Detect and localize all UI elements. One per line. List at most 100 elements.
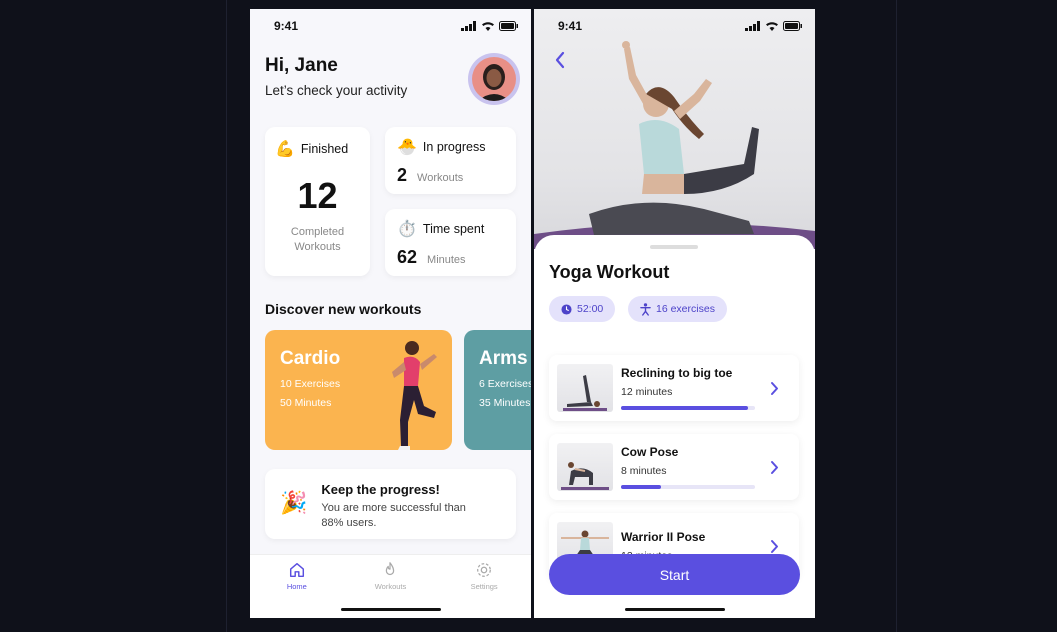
exercise-duration: 8 minutes (621, 465, 667, 477)
avatar-person-icon (478, 64, 510, 101)
exercise-info: Cow Pose 8 minutes (621, 445, 761, 489)
exercise-count-value: 16 exercises (656, 303, 715, 315)
finished-card-title: 💪 Finished (275, 139, 360, 159)
workout-card-cardio[interactable]: Cardio 10 Exercises 50 Minutes (265, 330, 452, 450)
keep-progress-line2: 88% users. (321, 517, 377, 529)
time-spent-value-row: 62 Minutes (397, 247, 504, 268)
chevron-right-icon (771, 381, 778, 395)
keep-progress-title: Keep the progress! (321, 482, 440, 497)
guide-line-left (226, 0, 227, 632)
greeting-title: Hi, Jane (265, 55, 338, 76)
clock-icon (561, 303, 572, 315)
status-time: 9:41 (274, 19, 299, 33)
reclining-pose-icon (563, 375, 607, 411)
in-progress-unit: Workouts (417, 172, 464, 184)
workout-minutes: 35 Minutes (479, 397, 531, 409)
discover-title: Discover new workouts (265, 301, 422, 317)
workout-card-arms[interactable]: Arms 6 Exercises 35 Minutes (464, 330, 531, 450)
yoga-pose-illustration (534, 41, 815, 249)
in-progress-count: 2 (397, 165, 408, 185)
party-popper-icon: 🎉 (280, 490, 308, 515)
signal-icon (745, 21, 760, 31)
status-time: 9:41 (558, 19, 583, 33)
tab-settings[interactable]: Settings (454, 561, 514, 618)
wifi-icon (766, 22, 778, 31)
hatching-chick-icon: 🐣 (397, 139, 417, 156)
finished-count: 12 (297, 175, 338, 216)
runner-figure-icon (392, 341, 437, 450)
home-indicator (340, 608, 441, 611)
in-progress-value-row: 2 Workouts (397, 165, 504, 186)
hero-image (534, 9, 815, 249)
wifi-icon (482, 22, 494, 31)
keep-progress-card[interactable]: 🎉 Keep the progress! You are more succes… (265, 469, 516, 539)
workout-detail-screen: 9:41 Yoga Workout 52:00 16 exercises Rec… (534, 9, 815, 618)
status-bar: 9:41 (534, 9, 815, 43)
chevron-right-icon (771, 539, 778, 553)
time-spent-unit: Minutes (427, 254, 466, 266)
exercise-progress-fill (621, 406, 749, 410)
exercise-name: Reclining to big toe (621, 366, 733, 380)
in-progress-card-title: 🐣 In progress (397, 137, 504, 157)
person-icon (640, 302, 651, 316)
finished-caption-line2: Workouts (294, 241, 341, 253)
avatar-photo (472, 57, 516, 101)
finished-label: Finished (300, 142, 349, 156)
exercise-count-chip: 16 exercises (628, 296, 727, 322)
status-icons (745, 21, 803, 31)
avatar[interactable] (468, 53, 520, 105)
tab-home-label: Home (286, 582, 307, 591)
exercise-thumbnail (557, 364, 613, 412)
sheet-grabber[interactable] (650, 245, 698, 249)
exercise-thumbnail (557, 443, 613, 491)
flexed-biceps-icon: 💪 (275, 141, 295, 158)
battery-icon (783, 21, 802, 31)
time-spent-value: 62 (397, 247, 418, 267)
chevron-left-icon (555, 51, 565, 69)
back-button[interactable] (554, 51, 566, 74)
tab-home[interactable]: Home (267, 561, 327, 618)
exercise-item[interactable]: Cow Pose 8 minutes (549, 434, 799, 500)
workout-exercises: 6 Exercises (479, 378, 531, 390)
gear-icon (477, 563, 492, 577)
tab-settings-label: Settings (470, 582, 498, 591)
guide-line-right (896, 0, 897, 632)
keep-progress-line1: You are more successful than (321, 502, 466, 514)
home-indicator (624, 608, 725, 611)
keep-progress-message: You are more successful than 88% users. (321, 501, 466, 531)
time-spent-card[interactable]: ⏱️ Time spent 62 Minutes (385, 209, 516, 276)
exercise-progress-fill (621, 485, 662, 489)
time-spent-card-title: ⏱️ Time spent (397, 219, 504, 239)
exercise-info: Reclining to big toe 12 minutes (621, 366, 761, 410)
stopwatch-icon: ⏱️ (397, 221, 417, 238)
in-progress-card[interactable]: 🐣 In progress 2 Workouts (385, 127, 516, 194)
flame-icon (386, 562, 395, 576)
finished-caption: Completed Workouts (275, 225, 360, 255)
workout-title: Yoga Workout (549, 262, 670, 282)
cow-pose-icon (561, 462, 609, 490)
status-bar: 9:41 (250, 9, 531, 43)
finished-card[interactable]: 💪 Finished 12 Completed Workouts (265, 127, 370, 276)
exercise-name: Cow Pose (621, 445, 679, 459)
exercise-progress-bar (621, 485, 755, 489)
greeting-block: Hi, Jane Let’s check your activity (265, 55, 407, 98)
home-screen: 9:41 Hi, Jane Let’s check your activity … (250, 9, 531, 618)
tab-workouts-label: Workouts (374, 582, 407, 591)
greeting-subtitle: Let’s check your activity (265, 83, 408, 98)
time-spent-label: Time spent (422, 222, 485, 236)
battery-icon (499, 21, 518, 31)
exercise-progress-bar (621, 406, 755, 410)
duration-chip: 52:00 (549, 296, 616, 322)
workout-name: Arms (479, 348, 528, 369)
start-button[interactable]: Start (549, 554, 800, 595)
chevron-right-icon (771, 460, 778, 474)
exercise-item[interactable]: Reclining to big toe 12 minutes (549, 355, 799, 421)
home-icon (289, 562, 304, 578)
signal-icon (461, 21, 476, 31)
keep-progress-text: Keep the progress! You are more successf… (321, 482, 466, 529)
exercise-duration: 12 minutes (621, 386, 673, 398)
in-progress-label: In progress (422, 140, 486, 154)
finished-caption-line1: Completed (290, 226, 345, 238)
exercise-name: Warrior II Pose (621, 530, 706, 544)
status-icons (461, 21, 519, 31)
